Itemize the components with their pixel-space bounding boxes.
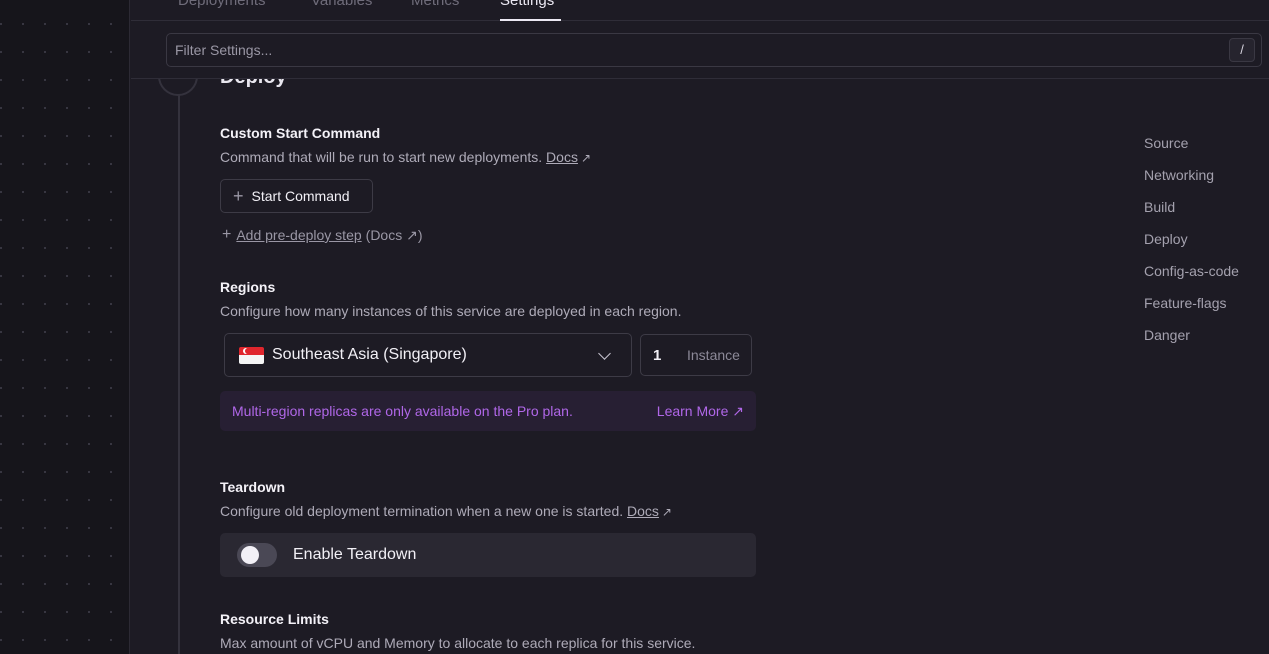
regions-heading: Regions: [220, 279, 276, 295]
resource-limits-description: Max amount of vCPU and Memory to allocat…: [220, 635, 696, 651]
instance-unit-label: Instance: [687, 347, 740, 363]
resource-limits-heading: Resource Limits: [220, 611, 329, 627]
tab-variables[interactable]: Variables: [311, 0, 372, 9]
side-nav-item-danger[interactable]: Danger: [1144, 327, 1239, 359]
side-nav-item-source[interactable]: Source: [1144, 135, 1239, 167]
enable-teardown-toggle[interactable]: [237, 543, 277, 567]
start-command-button-label: Start Command: [251, 188, 350, 204]
tab-deployments[interactable]: Deployments: [178, 0, 266, 9]
instance-count-field[interactable]: Instance: [640, 334, 752, 376]
teardown-description-text: Configure old deployment termination whe…: [220, 503, 624, 519]
tab-metrics[interactable]: Metrics: [411, 0, 459, 9]
filter-settings-input[interactable]: [166, 33, 1262, 67]
start-command-heading: Custom Start Command: [220, 125, 381, 141]
filter-bar: /: [131, 21, 1269, 79]
start-command-docs-link[interactable]: Docs: [546, 149, 578, 165]
start-command-description-text: Command that will be run to start new de…: [220, 149, 543, 165]
shortcut-key-badge: /: [1229, 38, 1255, 62]
teardown-docs-link[interactable]: Docs: [627, 503, 659, 519]
pro-plan-notice: Multi-region replicas are only available…: [220, 391, 756, 431]
chevron-down-icon: [598, 347, 611, 360]
start-command-description: Command that will be run to start new de…: [220, 149, 591, 165]
timeline-line: [178, 60, 180, 654]
region-select-value: Southeast Asia (Singapore): [272, 346, 467, 363]
instance-count-input[interactable]: [641, 346, 681, 364]
learn-more-link[interactable]: Learn More ↗: [657, 403, 744, 420]
pro-plan-notice-text: Multi-region replicas are only available…: [232, 403, 573, 419]
predeploy-docs-link[interactable]: (Docs ↗): [366, 227, 423, 244]
toggle-knob: [241, 546, 259, 564]
add-predeploy-step-link[interactable]: Add pre-deploy step: [236, 227, 361, 243]
external-link-icon: ↗: [661, 505, 672, 519]
dot-grid-background: [0, 0, 130, 654]
tab-settings[interactable]: Settings: [500, 0, 554, 9]
regions-description: Configure how many instances of this ser…: [220, 303, 682, 319]
teardown-heading: Teardown: [220, 479, 286, 495]
singapore-flag-icon: [239, 346, 264, 364]
region-select[interactable]: Southeast Asia (Singapore): [224, 333, 632, 377]
side-nav-item-config-as-code[interactable]: Config-as-code: [1144, 263, 1239, 295]
external-link-icon: ↗: [580, 151, 592, 165]
tab-bar: Deployments Variables Metrics Settings: [131, 0, 1269, 21]
plus-icon: +: [222, 226, 232, 243]
start-command-button[interactable]: + Start Command: [220, 179, 373, 213]
side-nav-item-build[interactable]: Build: [1144, 199, 1239, 231]
side-nav-item-feature-flags[interactable]: Feature-flags: [1144, 295, 1239, 327]
settings-side-nav: Source Networking Build Deploy Config-as…: [1144, 135, 1239, 359]
enable-teardown-label: Enable Teardown: [293, 546, 417, 563]
plus-icon: +: [233, 186, 244, 206]
add-predeploy-row: + Add pre-deploy step (Docs ↗): [222, 226, 423, 244]
side-nav-item-networking[interactable]: Networking: [1144, 167, 1239, 199]
side-nav-item-deploy[interactable]: Deploy: [1144, 231, 1239, 263]
teardown-toggle-row[interactable]: Enable Teardown: [220, 533, 756, 577]
teardown-description: Configure old deployment termination whe…: [220, 503, 672, 519]
